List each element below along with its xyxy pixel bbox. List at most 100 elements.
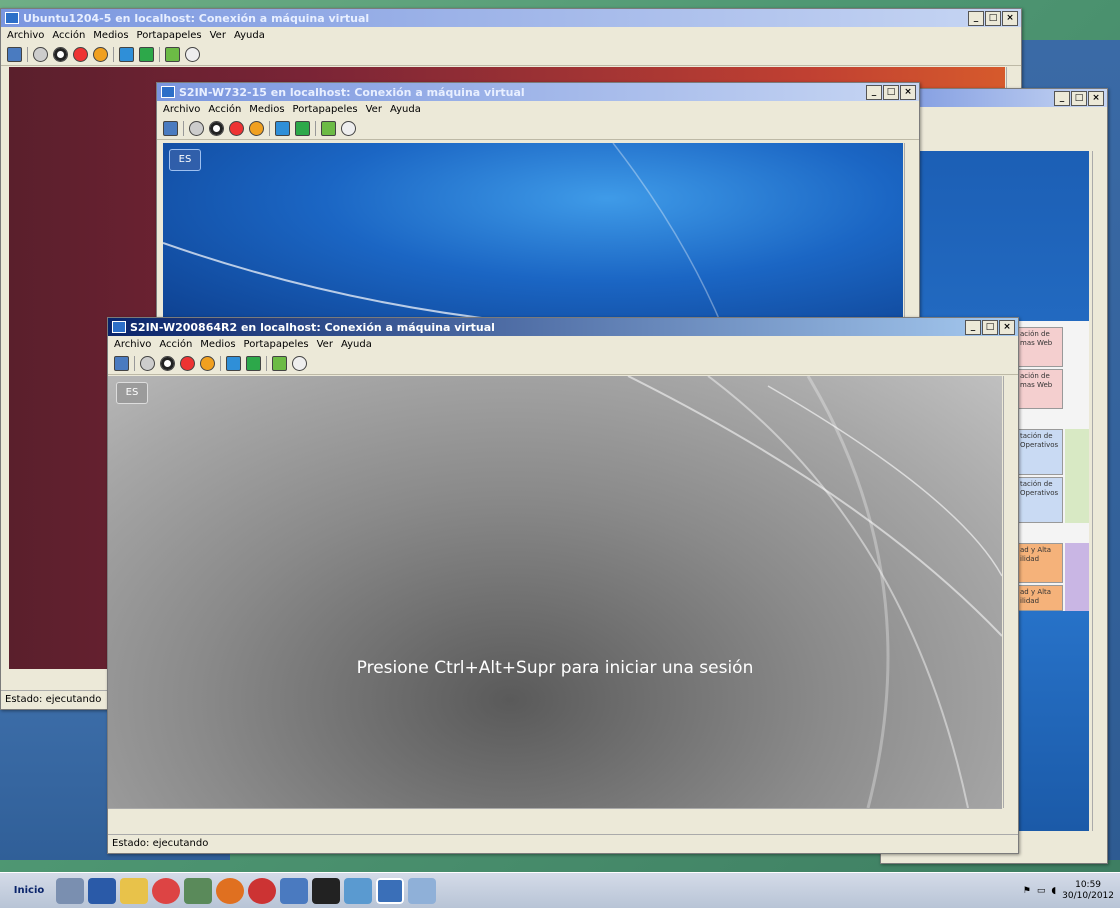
save-state-icon[interactable] <box>93 46 108 62</box>
shutdown-icon[interactable] <box>73 46 88 62</box>
vm-connection-icon[interactable] <box>376 877 404 904</box>
taskbar: Inicio ⚑ ▭ ◖ 10:59 30/10/2012 <box>0 872 1120 908</box>
menu-medios[interactable]: Medios <box>93 30 128 41</box>
menu-ver[interactable]: Ver <box>210 30 226 41</box>
ubuntu-title-bar[interactable]: Ubuntu1204-5 en localhost: Conexión a má… <box>1 9 1021 27</box>
revert-icon[interactable] <box>185 46 200 62</box>
monitor-icon[interactable]: ▭ <box>1037 886 1046 896</box>
ctrl-alt-del-icon[interactable] <box>140 355 155 371</box>
hyper-v-manager-icon[interactable] <box>344 877 372 904</box>
minimize-button[interactable]: _ <box>866 84 882 100</box>
reset-icon[interactable] <box>295 120 310 136</box>
shutdown-icon[interactable] <box>229 120 244 136</box>
shutdown-icon[interactable] <box>180 355 195 371</box>
pause-icon[interactable] <box>119 46 134 62</box>
w2008-vm-window[interactable]: S2IN-W200864R2 en localhost: Conexión a … <box>107 317 1019 854</box>
language-indicator[interactable]: ES <box>116 382 148 404</box>
snapshot-icon[interactable] <box>272 355 287 371</box>
clock-time: 10:59 <box>1075 879 1102 890</box>
file-explorer-icon[interactable] <box>120 877 148 904</box>
settings-icon[interactable] <box>163 120 178 136</box>
maximize-button[interactable]: □ <box>985 10 1001 26</box>
menu-ayuda[interactable]: Ayuda <box>341 339 372 350</box>
minimize-button[interactable]: _ <box>1054 90 1070 106</box>
menu-archivo[interactable]: Archivo <box>114 339 151 350</box>
w7-vertical-scrollbar[interactable] <box>904 143 919 328</box>
revert-icon[interactable] <box>341 120 356 136</box>
menu-ver[interactable]: Ver <box>317 339 333 350</box>
snapshot-icon[interactable] <box>321 120 336 136</box>
save-state-icon[interactable] <box>200 355 215 371</box>
minimize-button[interactable]: _ <box>968 10 984 26</box>
menu-portapapeles[interactable]: Portapapeles <box>244 339 309 350</box>
settings-icon[interactable] <box>7 46 22 62</box>
command-prompt-icon[interactable] <box>312 877 340 904</box>
snapshot-icon[interactable] <box>165 46 180 62</box>
menu-ayuda[interactable]: Ayuda <box>390 104 421 115</box>
powershell-icon[interactable] <box>88 877 116 904</box>
flag-icon[interactable]: ⚑ <box>1023 886 1031 896</box>
w2008-screen[interactable]: ES Presione Ctrl+Alt+Supr para iniciar u… <box>108 376 1002 808</box>
menu-accion[interactable]: Acción <box>52 30 85 41</box>
turn-off-icon[interactable] <box>53 46 68 62</box>
reset-icon[interactable] <box>139 46 154 62</box>
w2008-window-title: S2IN-W200864R2 en localhost: Conexión a … <box>130 320 495 334</box>
third-vertical-scrollbar[interactable] <box>1092 151 1107 831</box>
close-button[interactable]: × <box>1088 90 1104 106</box>
speaker-icon[interactable]: ◖ <box>1051 886 1056 896</box>
pause-icon[interactable] <box>226 355 241 371</box>
start-label: Inicio <box>13 885 45 896</box>
schedule-column-green <box>1065 429 1089 523</box>
menu-portapapeles[interactable]: Portapapeles <box>137 30 202 41</box>
start-button[interactable]: Inicio <box>4 877 54 905</box>
reset-icon[interactable] <box>246 355 261 371</box>
w7-menu-bar: Archivo Acción Medios Portapapeles Ver A… <box>157 101 919 117</box>
firefox-icon[interactable] <box>216 877 244 904</box>
menu-portapapeles[interactable]: Portapapeles <box>293 104 358 115</box>
w2008-toolbar <box>108 352 1018 375</box>
paint-icon[interactable] <box>408 877 436 904</box>
network-icon[interactable] <box>184 877 212 904</box>
remote-desktop-icon[interactable] <box>280 877 308 904</box>
settings-icon[interactable] <box>114 355 129 371</box>
chrome-icon[interactable] <box>152 877 180 904</box>
minimize-button[interactable]: _ <box>965 319 981 335</box>
turn-off-icon[interactable] <box>160 355 175 371</box>
ctrl-alt-del-icon[interactable] <box>189 120 204 136</box>
w7-title-bar[interactable]: S2IN-W732-15 en localhost: Conexión a má… <box>157 83 919 101</box>
menu-ver[interactable]: Ver <box>366 104 382 115</box>
schedule-column-purple <box>1065 543 1089 611</box>
turn-off-icon[interactable] <box>209 120 224 136</box>
w2008-horizontal-scrollbar[interactable] <box>108 808 1002 823</box>
menu-archivo[interactable]: Archivo <box>7 30 44 41</box>
vm-connection-icon <box>161 86 175 98</box>
menu-ayuda[interactable]: Ayuda <box>234 30 265 41</box>
vm-connection-icon <box>112 321 126 333</box>
close-button[interactable]: × <box>999 319 1015 335</box>
pause-icon[interactable] <box>275 120 290 136</box>
revert-icon[interactable] <box>292 355 307 371</box>
w7-screen[interactable]: ES <box>163 143 903 328</box>
w2008-title-bar[interactable]: S2IN-W200864R2 en localhost: Conexión a … <box>108 318 1018 336</box>
maximize-button[interactable]: □ <box>883 84 899 100</box>
opera-icon[interactable] <box>248 877 276 904</box>
close-button[interactable]: × <box>1002 10 1018 26</box>
schedule-cell: ación de mas Web <box>1017 369 1063 409</box>
w2008-vertical-scrollbar[interactable] <box>1003 376 1018 808</box>
server-manager-icon[interactable] <box>56 877 84 904</box>
save-state-icon[interactable] <box>249 120 264 136</box>
close-button[interactable]: × <box>900 84 916 100</box>
menu-accion[interactable]: Acción <box>208 104 241 115</box>
menu-archivo[interactable]: Archivo <box>163 104 200 115</box>
menu-medios[interactable]: Medios <box>200 339 235 350</box>
language-indicator[interactable]: ES <box>169 149 201 171</box>
login-prompt: Presione Ctrl+Alt+Supr para iniciar una … <box>356 658 754 678</box>
maximize-button[interactable]: □ <box>1071 90 1087 106</box>
w7-vm-window[interactable]: S2IN-W732-15 en localhost: Conexión a má… <box>156 82 920 329</box>
maximize-button[interactable]: □ <box>982 319 998 335</box>
clock[interactable]: 10:59 30/10/2012 <box>1062 880 1114 902</box>
menu-accion[interactable]: Acción <box>159 339 192 350</box>
ctrl-alt-del-icon[interactable] <box>33 46 48 62</box>
menu-medios[interactable]: Medios <box>249 104 284 115</box>
toolbar-separator <box>315 120 316 136</box>
